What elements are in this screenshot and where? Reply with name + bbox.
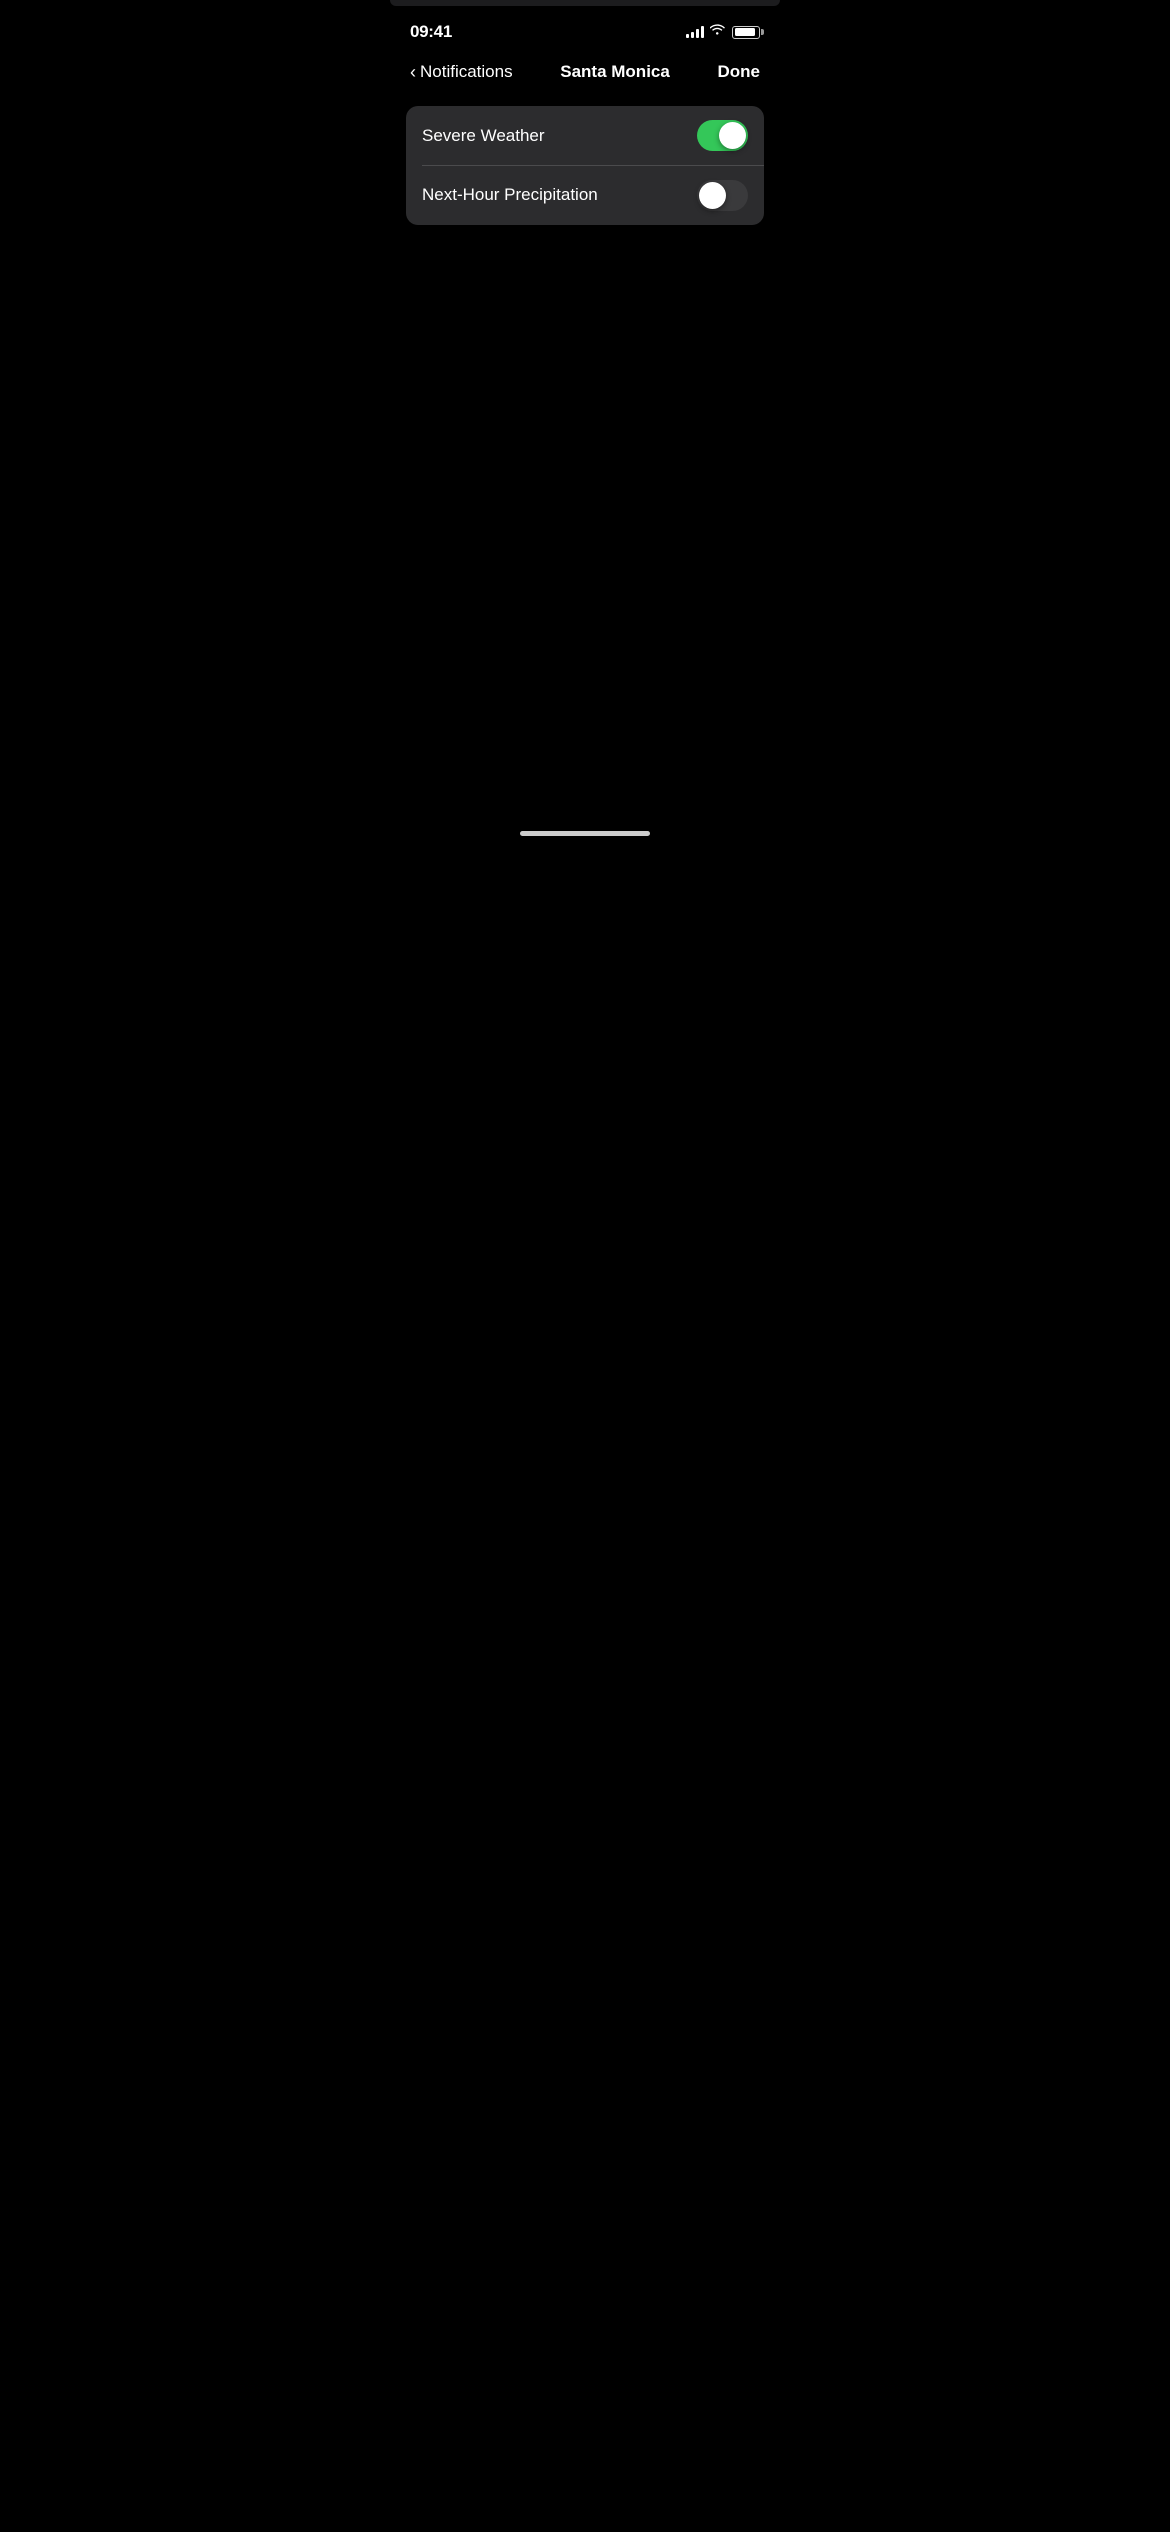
next-hour-precipitation-toggle[interactable] bbox=[697, 180, 748, 211]
signal-icon bbox=[686, 26, 704, 38]
severe-weather-toggle-thumb bbox=[719, 122, 746, 149]
status-time: 09:41 bbox=[410, 22, 452, 42]
back-button[interactable]: ‹ Notifications bbox=[410, 62, 513, 82]
battery-icon bbox=[732, 26, 760, 39]
severe-weather-label: Severe Weather bbox=[422, 126, 545, 146]
status-bar: 09:41 bbox=[390, 0, 780, 50]
settings-card: Severe Weather Next-Hour Precipitation bbox=[406, 106, 764, 225]
status-icons bbox=[686, 23, 760, 41]
severe-weather-toggle[interactable] bbox=[697, 120, 748, 151]
next-hour-precipitation-toggle-thumb bbox=[699, 182, 726, 209]
battery-fill bbox=[735, 28, 756, 36]
prev-screen-peek bbox=[390, 0, 780, 6]
nav-bar: ‹ Notifications Santa Monica Done bbox=[390, 50, 780, 98]
wifi-icon bbox=[710, 23, 726, 41]
signal-bar-3 bbox=[696, 29, 699, 38]
signal-bar-1 bbox=[686, 34, 689, 38]
page-title: Santa Monica bbox=[560, 62, 670, 82]
home-indicator bbox=[520, 831, 650, 836]
signal-bar-4 bbox=[701, 26, 704, 38]
back-chevron-icon: ‹ bbox=[410, 63, 416, 81]
next-hour-precipitation-label: Next-Hour Precipitation bbox=[422, 185, 598, 205]
done-button[interactable]: Done bbox=[717, 62, 760, 82]
severe-weather-row: Severe Weather bbox=[406, 106, 764, 165]
back-label: Notifications bbox=[420, 62, 513, 82]
next-hour-precipitation-row: Next-Hour Precipitation bbox=[406, 166, 764, 225]
signal-bar-2 bbox=[691, 32, 694, 38]
